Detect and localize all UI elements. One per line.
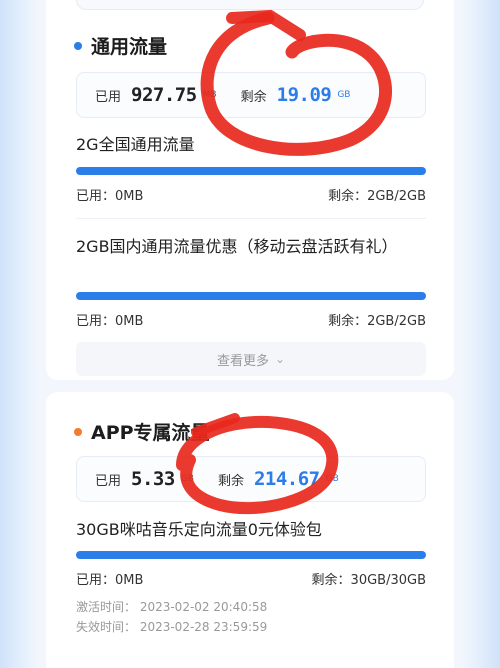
section-dot-icon (74, 41, 82, 50)
general-section-title: 通用流量 (74, 32, 167, 59)
previous-section-stub (76, 0, 424, 10)
app-section-title: APP专属流量 (74, 418, 210, 445)
package-progress-fill (76, 551, 426, 559)
remain-unit: GB (325, 474, 339, 484)
view-more-button[interactable]: 查看更多 ⌄ (76, 342, 426, 376)
package-used-text: 已用：0MB (76, 573, 144, 588)
package-remain-text: 剩余：2GB/2GB (328, 314, 426, 329)
used-value: 5.33 (131, 468, 175, 490)
used-unit: MB (202, 90, 217, 100)
remain-value: 19.09 (276, 84, 332, 106)
app-summary-box: 已用 5.33 GB 剩余 214.67 GB (76, 456, 426, 502)
section-dot-icon (74, 427, 82, 436)
view-more-label: 查看更多 (216, 353, 269, 369)
used-label: 已用 (95, 89, 122, 105)
chevron-down-icon: ⌄ (274, 352, 286, 366)
remain-label: 剩余 (240, 89, 267, 105)
package-name: 2G全国通用流量 (76, 135, 195, 154)
used-unit: GB (180, 474, 194, 484)
package-name: 2GB国内通用流量优惠（移动云盘活跃有礼） (76, 237, 398, 256)
package-usage-row: 已用：0MB 剩余：30GB/30GB (76, 569, 426, 588)
general-traffic-card: 通用流量 已用 927.75 MB 剩余 19.09 GB 2G全国通用流量 已… (46, 0, 454, 380)
used-value: 927.75 (131, 84, 197, 106)
package-used-text: 已用：0MB (76, 189, 144, 204)
remain-unit: GB (337, 90, 351, 100)
expiry-time: 失效时间： 2023-02-28 23:59:59 (76, 620, 268, 634)
remain-label: 剩余 (217, 473, 244, 489)
package-name: 30GB咪咕音乐定向流量0元体验包 (76, 520, 322, 539)
package-progress-fill (76, 167, 426, 175)
app-title-text: APP专属流量 (91, 422, 210, 444)
general-title-text: 通用流量 (91, 36, 168, 58)
activation-time: 激活时间： 2023-02-02 20:40:58 (76, 600, 268, 614)
package-remain-text: 剩余：30GB/30GB (311, 573, 426, 588)
package-progress-bar (76, 551, 426, 559)
app-traffic-card: APP专属流量 已用 5.33 GB 剩余 214.67 GB 30GB咪咕音乐… (46, 392, 454, 668)
package-usage-row: 已用：0MB 剩余：2GB/2GB (76, 310, 426, 329)
remain-value: 214.67 (253, 468, 320, 490)
package-usage-row: 已用：0MB 剩余：2GB/2GB (76, 185, 426, 204)
package-progress-bar (76, 292, 426, 300)
package-divider (76, 218, 426, 219)
package-used-text: 已用：0MB (76, 314, 144, 329)
used-label: 已用 (95, 473, 122, 489)
general-summary-box: 已用 927.75 MB 剩余 19.09 GB (76, 72, 426, 118)
package-progress-bar (76, 167, 426, 175)
package-remain-text: 剩余：2GB/2GB (328, 189, 426, 204)
package-progress-fill (76, 292, 426, 300)
